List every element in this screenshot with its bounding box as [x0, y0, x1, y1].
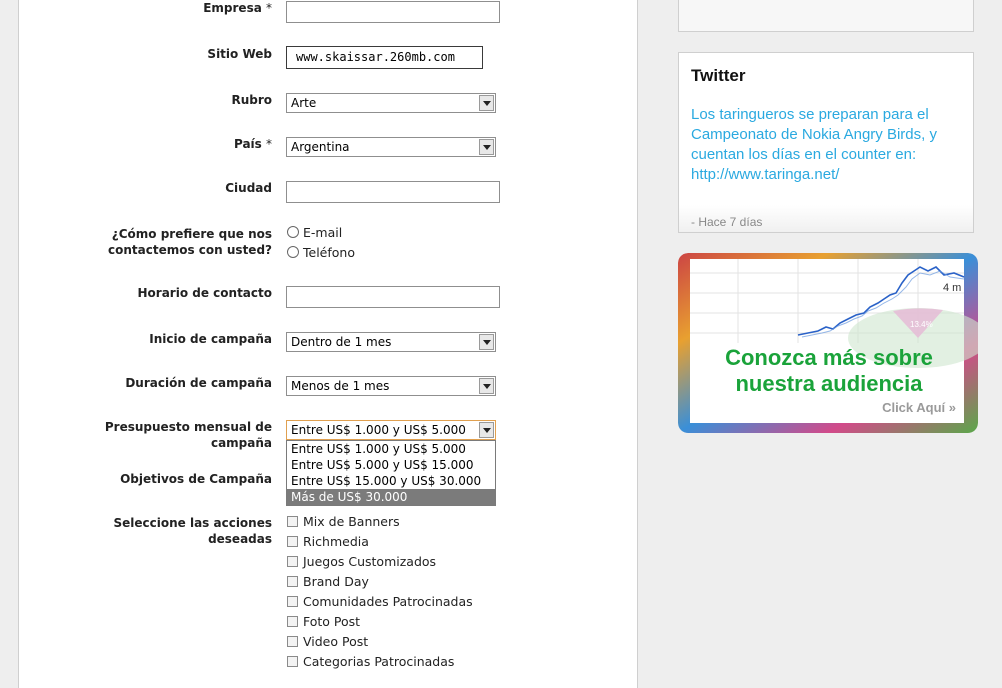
ad-pie-label: 13.4% [910, 320, 933, 329]
twitter-widget: Twitter Los taringueros se preparan para… [678, 52, 974, 233]
radio-circle-icon[interactable] [287, 226, 299, 238]
budget-option-highlighted[interactable]: Más de US$ 30.000 [287, 489, 495, 505]
checkbox-icon[interactable] [287, 616, 298, 627]
contact-hours-field[interactable] [286, 286, 500, 308]
company-field[interactable] [286, 1, 500, 23]
campaign-goals-label: Objetivos de Campaña [120, 472, 272, 486]
sidebar-top-box [678, 0, 974, 32]
campaign-duration-select[interactable]: Menos de 1 mes [286, 376, 496, 396]
tweet-time: - Hace 7 días [691, 215, 763, 229]
chevron-down-icon[interactable] [479, 139, 494, 155]
actions-label: Seleccione las acciones deseadas [113, 516, 272, 546]
contact-phone-radio[interactable]: Teléfono [287, 244, 355, 262]
action-checkbox[interactable]: Foto Post [287, 613, 360, 631]
checkbox-icon[interactable] [287, 656, 298, 667]
country-select-value: Argentina [291, 140, 350, 154]
action-checkbox[interactable]: Richmedia [287, 533, 369, 551]
action-checkbox[interactable]: Categorias Patrocinadas [287, 653, 454, 671]
checkbox-icon[interactable] [287, 556, 298, 567]
budget-select-value: Entre US$ 1.000 y US$ 5.000 [291, 423, 466, 437]
campaign-duration-label: Duración de campaña [125, 376, 272, 390]
checkbox-icon[interactable] [287, 516, 298, 527]
tweet-link[interactable]: Los taringueros se preparan para el Camp… [691, 105, 965, 185]
campaign-start-select[interactable]: Dentro de 1 mes [286, 332, 496, 352]
contact-hours-label: Horario de contacto [137, 286, 273, 300]
budget-option[interactable]: Entre US$ 15.000 y US$ 30.000 [287, 473, 495, 489]
budget-select[interactable]: Entre US$ 1.000 y US$ 5.000 [286, 420, 496, 440]
industry-select-value: Arte [291, 96, 317, 110]
radio-circle-icon[interactable] [287, 246, 299, 258]
chevron-down-icon[interactable] [479, 422, 494, 438]
budget-dropdown-list[interactable]: Entre US$ 1.000 y US$ 5.000 Entre US$ 5.… [286, 440, 496, 506]
industry-select[interactable]: Arte [286, 93, 496, 113]
campaign-start-value: Dentro de 1 mes [291, 335, 392, 349]
contact-email-radio[interactable]: E-mail [287, 224, 342, 242]
ad-headline: Conozca más sobre nuestra audiencia [725, 345, 933, 396]
campaign-duration-value: Menos de 1 mes [291, 379, 390, 393]
ad-click-here-link[interactable]: Click Aquí » [882, 400, 956, 415]
budget-label: Presupuesto mensual de campaña [104, 420, 272, 450]
website-label: Sitio Web [207, 47, 272, 61]
action-checkbox[interactable]: Comunidades Patrocinadas [287, 593, 473, 611]
checkbox-icon[interactable] [287, 576, 298, 587]
company-label: Empresa * [203, 1, 272, 15]
action-checkbox[interactable]: Juegos Customizados [287, 553, 436, 571]
budget-option[interactable]: Entre US$ 1.000 y US$ 5.000 [287, 441, 495, 457]
chevron-down-icon[interactable] [479, 378, 494, 394]
country-label: País * [233, 137, 272, 151]
contact-pref-label: ¿Cómo prefiere que nos contactemos con u… [108, 227, 272, 257]
action-checkbox[interactable]: Mix de Banners [287, 513, 400, 531]
checkbox-icon[interactable] [287, 596, 298, 607]
twitter-title: Twitter [691, 66, 746, 85]
action-checkbox[interactable]: Video Post [287, 633, 368, 651]
audience-ad-banner[interactable]: 13.4% 4 m Conozca más sobre nuestra audi… [678, 253, 978, 433]
chevron-down-icon[interactable] [479, 334, 494, 350]
campaign-start-label: Inicio de campaña [149, 332, 272, 346]
city-field[interactable] [286, 181, 500, 203]
website-field[interactable]: www.skaissar.260mb.com [286, 46, 483, 69]
action-checkbox[interactable]: Brand Day [287, 573, 369, 591]
budget-option[interactable]: Entre US$ 5.000 y US$ 15.000 [287, 457, 495, 473]
country-select[interactable]: Argentina [286, 137, 496, 157]
ad-axis-label: 4 m [943, 282, 962, 294]
city-label: Ciudad [225, 181, 272, 195]
checkbox-icon[interactable] [287, 536, 298, 547]
checkbox-icon[interactable] [287, 636, 298, 647]
chevron-down-icon[interactable] [479, 95, 494, 111]
industry-label: Rubro [231, 93, 272, 107]
